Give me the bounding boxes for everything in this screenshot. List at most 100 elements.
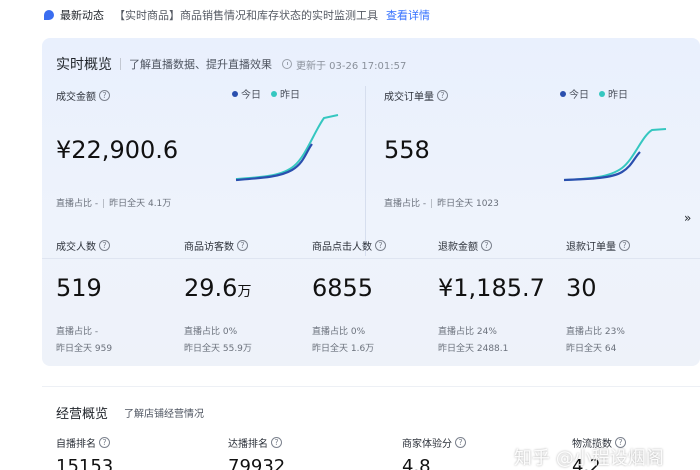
mid-divider <box>42 258 700 259</box>
help-icon[interactable]: ? <box>455 437 466 448</box>
gmv-sparkline <box>235 114 339 182</box>
legend-today: 今日 <box>560 86 589 101</box>
overview-title: 实时概览 <box>56 57 112 73</box>
metric-orders-value: 558 <box>384 136 430 164</box>
buyers-value: 519 <box>56 274 102 302</box>
realtime-overview-card: 实时概览 了解直播数据、提升直播效果 更新于 03-26 17:01:57 成交… <box>42 38 700 366</box>
metric-refund-orders-label: 退款订单量? <box>566 238 630 253</box>
help-icon[interactable]: ? <box>99 90 110 101</box>
metric-visitors-label: 商品访客数? <box>184 238 248 253</box>
orders-yesterday-line <box>563 128 667 181</box>
metric-clicks-value: 6855 <box>312 274 373 302</box>
help-icon[interactable]: ? <box>437 90 448 101</box>
news-label: 最新动态 <box>60 9 104 22</box>
business-title: 经营概览 <box>56 407 109 422</box>
visitors-unit: 万 <box>237 284 252 300</box>
metric-gmv-label: 成交金额 ? <box>56 88 110 103</box>
gmv-yesterday-line <box>235 114 339 180</box>
experience-score-label-text: 商家体验分 <box>402 439 452 450</box>
news-icon <box>44 10 54 20</box>
yesterday-dot-icon <box>599 90 605 97</box>
buyers-yesterday: 昨日全天 959 <box>56 344 113 354</box>
orders-yesterday: 昨日全天 1023 <box>437 199 499 209</box>
metric-buyers-label: 成交人数? <box>56 238 110 253</box>
legend-yesterday-label: 昨日 <box>608 90 628 101</box>
help-icon[interactable]: ? <box>481 240 492 251</box>
news-text: 【实时商品】商品销售情况和库存状态的实时监测工具 <box>114 9 378 22</box>
metric-visitors-value: 29.6万 <box>184 274 251 302</box>
biz-self-rank-value: 15153 <box>56 456 114 470</box>
metric-clicks-label-text: 商品点击人数 <box>312 242 372 253</box>
refund-orders-yesterday: 昨日全天 64 <box>566 344 617 354</box>
metric-visitors-label-text: 商品访客数 <box>184 242 234 253</box>
metric-orders-foot: 直播占比 - 昨日全天 1023 <box>384 196 499 209</box>
metric-refund-amount-label-text: 退款金额 <box>438 242 478 253</box>
news-bar: 最新动态 【实时商品】商品销售情况和库存状态的实时监测工具 查看详情 <box>44 4 430 26</box>
biz-influencer-rank-label: 达播排名? <box>228 435 282 450</box>
metric-refund-orders-label-text: 退款订单量 <box>566 242 616 253</box>
orders-legend: 今日 昨日 <box>560 86 638 101</box>
refund-amount-share: 直播占比 24% <box>438 327 497 337</box>
metric-refund-orders-value: 30 <box>566 274 597 302</box>
help-icon[interactable]: ? <box>619 240 630 251</box>
clicks-value: 6855 <box>312 274 374 302</box>
influencer-rank-label-text: 达播排名 <box>228 439 268 450</box>
legend-yesterday: 昨日 <box>599 86 628 101</box>
metric-buyers-label-text: 成交人数 <box>56 242 96 253</box>
legend-today: 今日 <box>232 86 261 101</box>
business-subtitle: 了解店铺经营情况 <box>124 409 204 420</box>
help-icon[interactable]: ? <box>99 240 110 251</box>
biz-experience-score-value: 4.8 <box>402 456 431 470</box>
top-divider <box>365 86 366 256</box>
gmv-yesterday: 昨日全天 4.1万 <box>109 199 172 209</box>
clock-icon <box>282 59 292 69</box>
visitors-value: 29.6 <box>184 274 238 302</box>
help-icon[interactable]: ? <box>99 437 110 448</box>
refund-orders-share: 直播占比 23% <box>566 327 625 337</box>
today-dot-icon <box>560 90 566 97</box>
refund-amount-value: ¥1,185.7 <box>438 274 545 302</box>
biz-experience-score-label: 商家体验分? <box>402 435 466 450</box>
yesterday-dot-icon <box>271 90 277 97</box>
orders-sparkline <box>563 128 667 182</box>
metric-orders-label-text: 成交订单量 <box>384 92 434 103</box>
update-time: 更新于 03-26 17:01:57 <box>282 57 406 72</box>
metric-gmv-value: ¥22,900.6 <box>56 136 179 164</box>
metric-orders-label: 成交订单量 ? <box>384 88 448 103</box>
header-separator <box>120 58 121 70</box>
overview-subtitle: 了解直播数据、提升直播效果 <box>129 58 272 71</box>
next-page-arrow-icon[interactable]: » <box>684 211 691 225</box>
metric-buyers-value: 519 <box>56 274 102 302</box>
help-icon[interactable]: ? <box>375 240 386 251</box>
buyers-share: 直播占比 - <box>56 327 99 337</box>
metric-refund-amount-label: 退款金额? <box>438 238 492 253</box>
orders-share: 直播占比 - <box>384 199 427 209</box>
biz-self-rank-label: 自播排名? <box>56 435 110 450</box>
help-icon[interactable]: ? <box>271 437 282 448</box>
update-time-text: 更新于 03-26 17:01:57 <box>296 60 407 72</box>
view-details-link[interactable]: 查看详情 <box>386 7 430 23</box>
clicks-share: 直播占比 0% <box>312 327 366 337</box>
visitors-yesterday: 昨日全天 55.9万 <box>184 344 252 354</box>
gmv-share: 直播占比 - <box>56 199 99 209</box>
legend-today-label: 今日 <box>241 90 261 101</box>
self-rank-label-text: 自播排名 <box>56 439 96 450</box>
refund-orders-value: 30 <box>566 274 597 302</box>
metric-gmv-label-text: 成交金额 <box>56 92 96 103</box>
today-dot-icon <box>232 90 238 97</box>
help-icon[interactable]: ? <box>237 240 248 251</box>
legend-yesterday-label: 昨日 <box>280 90 300 101</box>
metric-refund-amount-value: ¥1,185.7 <box>438 274 545 302</box>
gmv-legend: 今日 昨日 <box>232 86 310 101</box>
clicks-yesterday: 昨日全天 1.6万 <box>312 344 375 354</box>
business-divider <box>42 386 700 387</box>
visitors-share: 直播占比 0% <box>184 327 238 337</box>
watermark: 知乎 @小程设烟阁 <box>514 448 664 469</box>
metric-clicks-label: 商品点击人数? <box>312 238 386 253</box>
refund-amount-yesterday: 昨日全天 2488.1 <box>438 344 509 354</box>
overview-header: 实时概览 了解直播数据、提升直播效果 更新于 03-26 17:01:57 <box>56 54 406 74</box>
metric-gmv-foot: 直播占比 - 昨日全天 4.1万 <box>56 196 171 209</box>
legend-yesterday: 昨日 <box>271 86 300 101</box>
legend-today-label: 今日 <box>569 90 589 101</box>
biz-influencer-rank-value: 79932 <box>228 456 286 470</box>
